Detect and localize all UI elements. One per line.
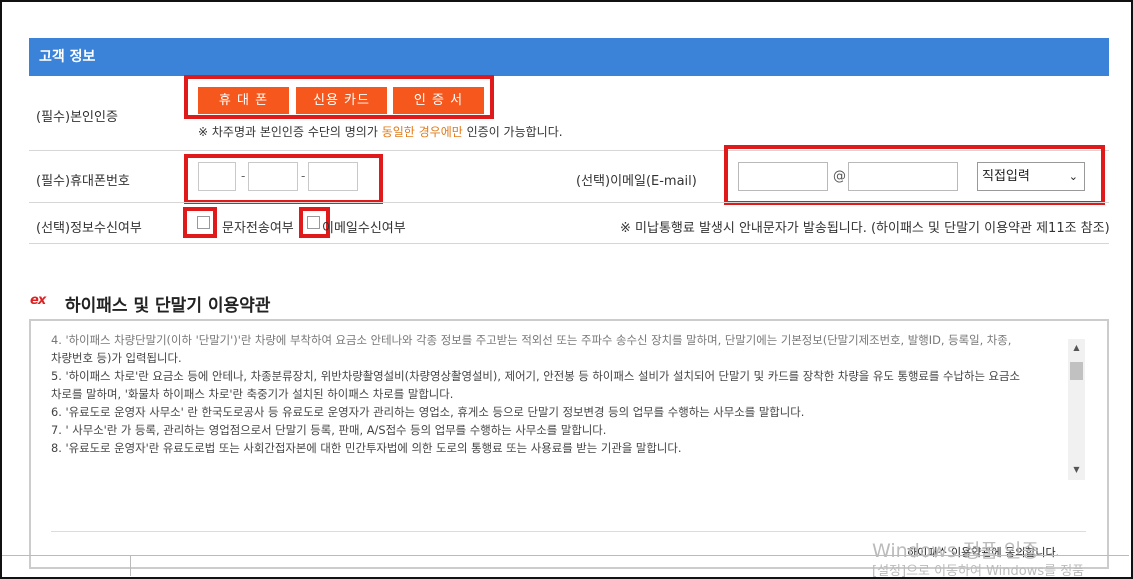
bottom-separator	[130, 556, 131, 576]
ex-logo: ex	[30, 293, 46, 308]
phone-label: (필수)휴대폰번호	[36, 174, 130, 189]
email-label: (선택)이메일(E-mail)	[576, 174, 697, 189]
activation-watermark-line1: Windows 정품 인증	[872, 540, 1039, 562]
phone-input-2[interactable]	[248, 162, 298, 191]
scroll-down-icon[interactable]: ▼	[1068, 465, 1085, 474]
terms-line: 5. '하이패스 차로'란 요금소 등에 안테나, 차종분류장치, 위반차량촬영…	[51, 369, 1020, 383]
row-divider	[29, 243, 1109, 244]
auth-notice-pre: ※ 차주명과 본인인증 수단의 명의가	[198, 125, 382, 139]
phone-input-3[interactable]	[308, 162, 358, 191]
email-consent-checkbox[interactable]	[307, 216, 320, 229]
sms-consent-label: 문자전송여부	[222, 221, 294, 236]
phone-separator: -	[241, 169, 246, 183]
phone-input-1[interactable]	[198, 162, 236, 191]
terms-divider	[51, 531, 1086, 532]
auth-label: (필수)본인인증	[36, 110, 118, 125]
certificate-auth-button[interactable]: 인 증 서	[393, 87, 484, 114]
row-divider	[29, 202, 1109, 203]
auth-notice: ※ 차주명과 본인인증 수단의 명의가 동일한 경우에만 인증이 가능합니다.	[198, 123, 563, 140]
sms-consent-checkbox[interactable]	[197, 216, 210, 229]
activation-watermark-line2: [설정]으로 이동하여 Windows를 정품	[872, 564, 1085, 579]
auth-notice-post: 인증이 가능합니다.	[462, 125, 563, 139]
email-domain-select[interactable]: 직접입력 ⌄	[977, 162, 1085, 191]
phone-auth-button[interactable]: 휴 대 폰	[198, 87, 289, 114]
phone-separator: -	[301, 169, 306, 183]
terms-line: 차로를 말하며, '화물차 하이패스 차로'란 축중기가 설치된 하이패스 차로…	[51, 387, 454, 401]
email-id-input[interactable]	[738, 162, 828, 191]
chevron-down-icon: ⌄	[1068, 170, 1078, 183]
terms-content: 4. '하이패스 차량단말기(이하 '단말기')'란 차량에 부착하여 요금소 …	[51, 331, 1051, 457]
scroll-up-icon[interactable]: ▲	[1068, 343, 1085, 352]
email-select-value: 직접입력	[982, 169, 1030, 184]
consent-label: (선택)정보수신여부	[36, 221, 142, 236]
terms-scrollbar[interactable]	[1068, 339, 1085, 480]
consent-notice: ※ 미납통행료 발생시 안내문자가 발송됩니다. (하이패스 및 단말기 이용약…	[620, 221, 1110, 236]
section-header: 고객 정보	[29, 38, 1109, 76]
terms-line: 4. '하이패스 차량단말기(이하 '단말기')'란 차량에 부착하여 요금소 …	[51, 333, 1012, 347]
scrollbar-thumb[interactable]	[1070, 362, 1083, 380]
terms-line: 차량번호 등)가 입력됩니다.	[51, 351, 182, 365]
email-consent-label: 이메일수신여부	[322, 221, 406, 236]
terms-line: 8. '유료도로 운영자'란 유료도로법 또는 사회간접자본에 대한 민간투자법…	[51, 441, 682, 455]
email-at-sign: @	[833, 169, 846, 184]
terms-title: 하이패스 및 단말기 이용약관	[65, 296, 271, 316]
email-domain-input[interactable]	[848, 162, 958, 191]
terms-line: 7. ' 사무소'란 가 등록, 관리하는 영업점으로서 단말기 등록, 판매,…	[51, 423, 607, 437]
terms-line: 6. '유료도로 운영자 사무소' 란 한국도로공사 등 유료도로 운영자가 관…	[51, 405, 805, 419]
auth-notice-highlight: 동일한 경우에만	[381, 125, 463, 139]
card-auth-button[interactable]: 신용 카드	[296, 87, 387, 114]
